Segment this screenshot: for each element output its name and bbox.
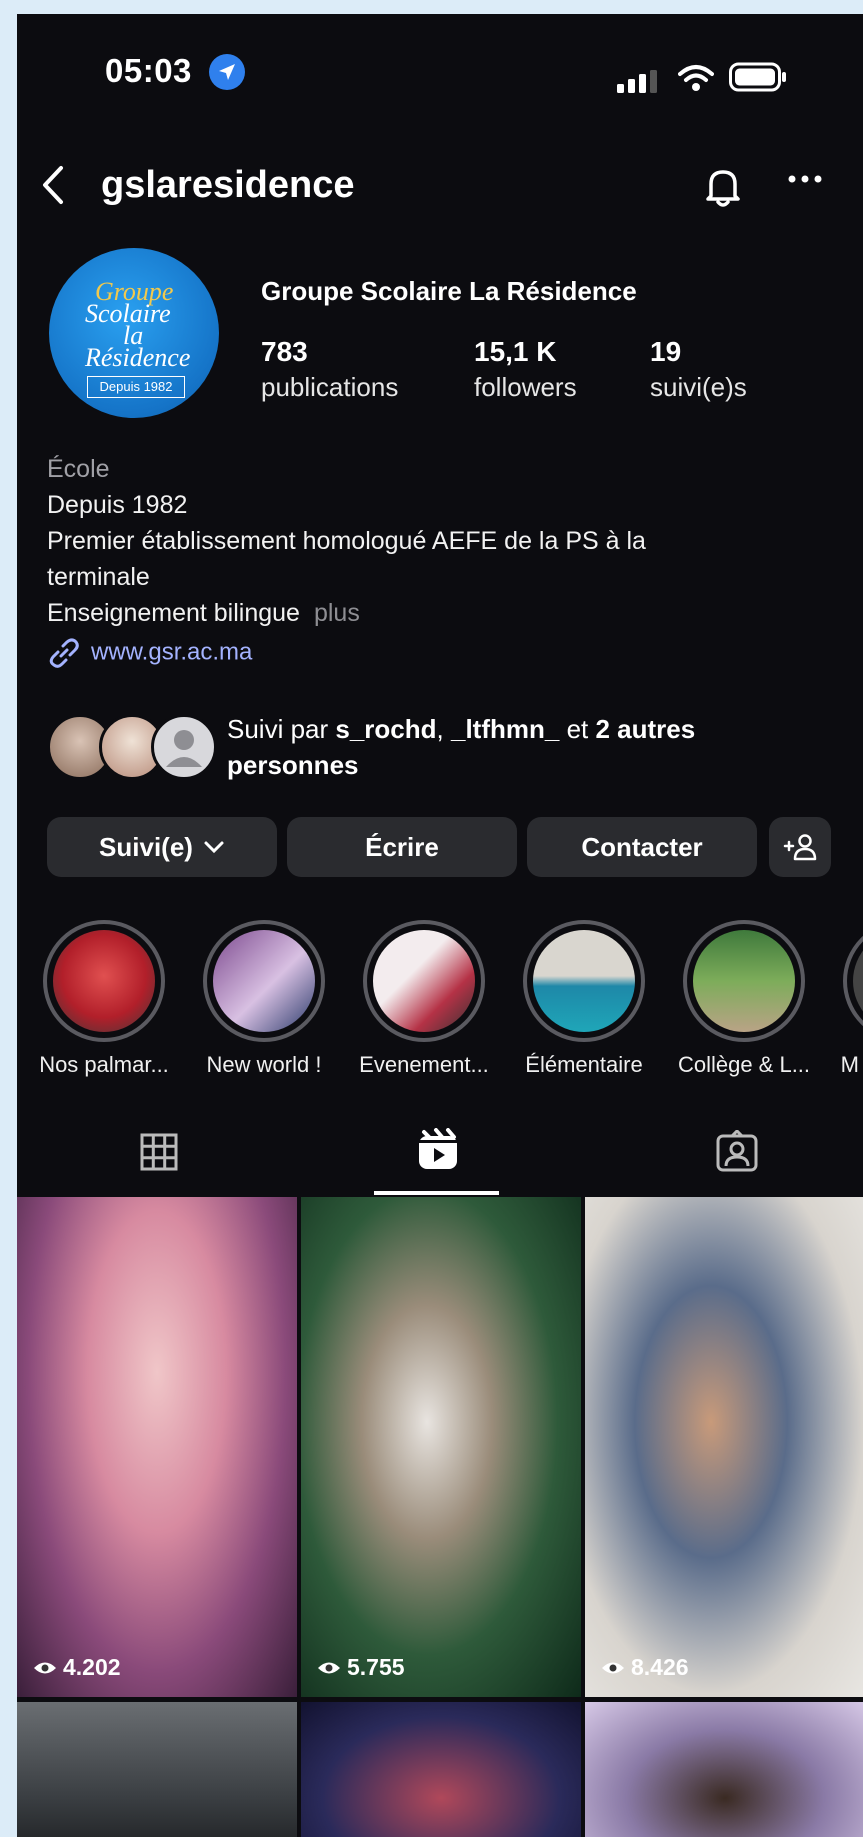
view-count-value: 8.426 — [631, 1654, 689, 1680]
highlight-partial[interactable] — [843, 920, 863, 1042]
highlight-label: Collège & L... — [677, 1052, 811, 1077]
followed-by-user[interactable]: s_rochd — [335, 714, 436, 744]
chevron-down-icon — [204, 841, 224, 854]
bio-text: Enseignement bilingue — [47, 599, 300, 627]
followed-by-user[interactable]: _ltfhmn_ — [451, 714, 559, 744]
profile-full-name: Groupe Scolaire La Résidence — [261, 276, 637, 306]
reel-tile[interactable]: 5.755 — [301, 1197, 581, 1697]
highlight-elementaire[interactable] — [523, 920, 645, 1042]
view-count-value: 4.202 — [63, 1654, 121, 1680]
person-icon — [166, 730, 202, 767]
reel-tile[interactable]: 4.202 — [17, 1197, 297, 1697]
highlight-label: Nos palmar... — [39, 1052, 169, 1077]
add-person-icon — [783, 834, 817, 861]
battery-icon — [729, 62, 787, 97]
followed-by-text[interactable]: Suivi par s_rochd, _ltfhmn_ et 2 autres p… — [227, 711, 827, 783]
reels-icon — [419, 1128, 457, 1169]
tab-tagged[interactable] — [715, 1128, 759, 1179]
website-link[interactable]: www.gsr.ac.ma — [47, 638, 252, 668]
avatar-logo-text: Résidence — [85, 343, 191, 372]
followed-by-connector: et — [559, 714, 596, 744]
grid-icon — [140, 1133, 178, 1171]
profile-screen: 05:03 gslaresidence Groupe Scolaire la R… — [17, 14, 863, 1837]
following-button-label: Suivi(e) — [99, 831, 193, 862]
highlight-label: M — [840, 1052, 859, 1077]
avatar-logo-caption: Depuis 1982 — [87, 376, 185, 398]
view-count: 5.755 — [317, 1654, 405, 1681]
reel-tile[interactable] — [301, 1702, 581, 1837]
follower-avatar-placeholder[interactable] — [151, 714, 217, 780]
tab-reels[interactable] — [416, 1128, 460, 1177]
view-count-value: 5.755 — [347, 1654, 405, 1680]
link-icon — [49, 638, 79, 668]
view-count: 4.202 — [33, 1654, 121, 1681]
status-time: 05:03 — [105, 52, 192, 89]
notification-bell-icon[interactable] — [701, 164, 745, 213]
highlight-cover — [373, 930, 475, 1032]
posts-label[interactable]: publications — [261, 372, 398, 403]
profile-avatar[interactable]: Groupe Scolaire la Résidence Depuis 1982 — [49, 248, 219, 418]
bio-line: Enseignement bilingue plus — [47, 599, 360, 628]
views-eye-icon — [34, 1662, 56, 1673]
highlight-cover — [533, 930, 635, 1032]
highlight-evenements[interactable] — [363, 920, 485, 1042]
profile-username: gslaresidence — [101, 164, 355, 206]
highlight-label: Evenement... — [359, 1052, 489, 1077]
followed-by-others[interactable]: 2 autres — [595, 714, 695, 744]
highlight-label: Élémentaire — [525, 1052, 643, 1077]
view-count: 8.426 — [601, 1654, 689, 1681]
suggest-people-button[interactable] — [769, 817, 831, 877]
profile-category: École — [47, 455, 110, 483]
followed-by-prefix: Suivi par — [227, 714, 336, 744]
wifi-icon — [678, 64, 714, 97]
views-eye-icon — [318, 1662, 340, 1673]
tagged-person-icon — [716, 1128, 758, 1172]
location-arrow-icon — [209, 54, 245, 90]
highlight-cover — [53, 930, 155, 1032]
bio-line: terminale — [47, 563, 150, 591]
highlight-nos-palmares[interactable] — [43, 920, 165, 1042]
bio-more-link[interactable]: plus — [314, 599, 360, 627]
followers-count[interactable]: 15,1 K — [474, 336, 557, 368]
message-button[interactable]: Écrire — [287, 817, 517, 877]
following-button[interactable]: Suivi(e) — [47, 817, 277, 877]
highlight-college-lycee[interactable] — [683, 920, 805, 1042]
posts-count[interactable]: 783 — [261, 336, 308, 368]
followers-label[interactable]: followers — [474, 372, 577, 403]
back-chevron-icon[interactable] — [39, 164, 69, 211]
highlight-new-world[interactable] — [203, 920, 325, 1042]
highlight-cover — [853, 930, 863, 1032]
reel-tile[interactable]: 8.426 — [585, 1197, 863, 1697]
reel-tile[interactable] — [585, 1702, 863, 1837]
bio-line: Premier établissement homologué AEFE de … — [47, 527, 646, 555]
following-count[interactable]: 19 — [650, 336, 681, 368]
tab-posts[interactable] — [139, 1132, 179, 1177]
highlight-cover — [213, 930, 315, 1032]
contact-button[interactable]: Contacter — [527, 817, 757, 877]
more-options-icon[interactable] — [787, 172, 823, 190]
highlight-label: New world ! — [206, 1052, 322, 1077]
views-eye-icon — [602, 1662, 624, 1673]
cellular-signal-icon — [617, 70, 663, 99]
active-tab-indicator — [374, 1191, 499, 1195]
followed-by-separator: , — [436, 714, 451, 744]
following-label[interactable]: suivi(e)s — [650, 372, 747, 403]
followed-by-others[interactable]: personnes — [227, 750, 359, 780]
reel-tile[interactable] — [17, 1702, 297, 1837]
bio-line: Depuis 1982 — [47, 491, 188, 519]
website-link-text[interactable]: www.gsr.ac.ma — [91, 638, 252, 665]
highlight-cover — [693, 930, 795, 1032]
